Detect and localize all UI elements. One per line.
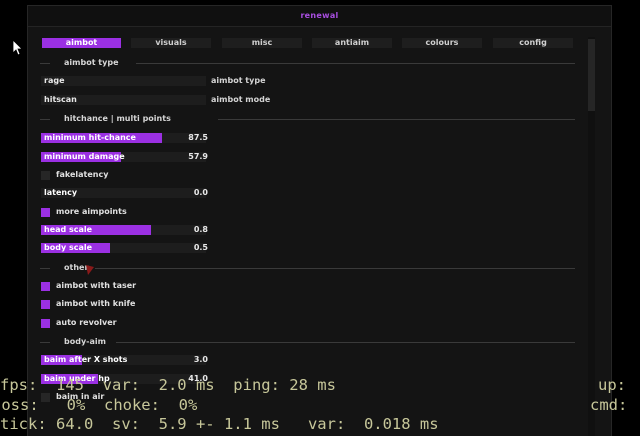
section-other: other: [40, 263, 575, 273]
slider-label: minimum hit-chance: [44, 133, 136, 142]
slider-value: 87.5: [188, 133, 208, 142]
checkbox-label: aimbot with taser: [56, 281, 137, 290]
menu-window: renewal aimbot visuals misc antiaim colo…: [27, 5, 612, 436]
checkbox-box[interactable]: [41, 319, 50, 328]
checkbox-box[interactable]: [41, 208, 50, 217]
baim-after-shots-slider[interactable]: baim after X shots 3.0: [41, 355, 208, 365]
aimbot-type-label: aimbot type: [211, 76, 266, 85]
checkbox-box[interactable]: [41, 282, 50, 291]
slider-label: latency: [44, 188, 78, 197]
min-hitchance-slider[interactable]: minimum hit-chance 87.5: [41, 133, 208, 143]
red-marker-icon: [86, 265, 94, 275]
aimbot-type-dropdown[interactable]: rage: [41, 76, 206, 86]
aimbot-with-knife-checkbox[interactable]: aimbot with knife: [41, 299, 191, 309]
netgraph-up-label: up:: [598, 376, 626, 394]
tab-antiaim[interactable]: antiaim: [312, 38, 392, 48]
slider-value: 0.8: [193, 225, 208, 234]
aimbot-mode-label: aimbot mode: [211, 95, 271, 104]
more-aimpoints-checkbox[interactable]: more aimpoints: [41, 207, 191, 217]
checkbox-box[interactable]: [41, 300, 50, 309]
title-bar[interactable]: renewal: [28, 6, 611, 27]
dropdown-value: hitscan: [44, 95, 77, 104]
section-body-aim: body-aim: [40, 337, 575, 347]
scrollbar-thumb[interactable]: [588, 39, 595, 111]
checkbox-label: fakelatency: [56, 170, 109, 179]
tab-aimbot[interactable]: aimbot: [42, 38, 121, 48]
slider-value: 0.0: [193, 188, 208, 197]
section-title: aimbot type: [64, 58, 119, 67]
netgraph-cmd-label: cmd:: [590, 396, 628, 414]
section-title: body-aim: [64, 337, 106, 346]
aimbot-mode-dropdown[interactable]: hitscan: [41, 95, 206, 105]
slider-label: baim after X shots: [44, 355, 128, 364]
tab-misc[interactable]: misc: [222, 38, 302, 48]
slider-value: 0.5: [193, 243, 208, 252]
checkbox-label: auto revolver: [56, 318, 117, 327]
slider-label: minimum damage: [44, 152, 125, 161]
checkbox-label: more aimpoints: [56, 207, 127, 216]
window-title: renewal: [300, 11, 339, 20]
body-scale-slider[interactable]: body scale 0.5: [41, 243, 208, 253]
netgraph-line-3: tick: 64.0 sv: 5.9 +- 1.1 ms var: 0.018 …: [0, 415, 439, 433]
dropdown-value: rage: [44, 76, 65, 85]
aimbot-with-taser-checkbox[interactable]: aimbot with taser: [41, 281, 191, 291]
slider-label: body scale: [44, 243, 93, 252]
checkbox-box[interactable]: [41, 171, 50, 180]
slider-label: head scale: [44, 225, 93, 234]
auto-revolver-checkbox[interactable]: auto revolver: [41, 318, 191, 328]
latency-slider[interactable]: latency 0.0: [41, 188, 208, 198]
section-hitchance: hitchance | multi points: [40, 114, 575, 124]
tab-colours[interactable]: colours: [402, 38, 482, 48]
min-damage-slider[interactable]: minimum damage 57.9: [41, 152, 208, 162]
head-scale-slider[interactable]: head scale 0.8: [41, 225, 208, 235]
tab-visuals[interactable]: visuals: [131, 38, 211, 48]
mouse-cursor-icon: [13, 40, 23, 56]
section-title: other: [64, 263, 89, 272]
section-title: hitchance | multi points: [64, 114, 171, 123]
slider-value: 57.9: [188, 152, 208, 161]
checkbox-label: aimbot with knife: [56, 299, 136, 308]
slider-value: 3.0: [193, 355, 208, 364]
netgraph-line-2: oss: 0% choke: 0%: [0, 396, 198, 414]
fakelatency-checkbox[interactable]: fakelatency: [41, 170, 191, 180]
section-aimbot-type: aimbot type: [40, 58, 575, 68]
netgraph-line-1: fps: 145 var: 2.0 ms ping: 28 ms: [0, 376, 336, 394]
tab-config[interactable]: config: [493, 38, 573, 48]
